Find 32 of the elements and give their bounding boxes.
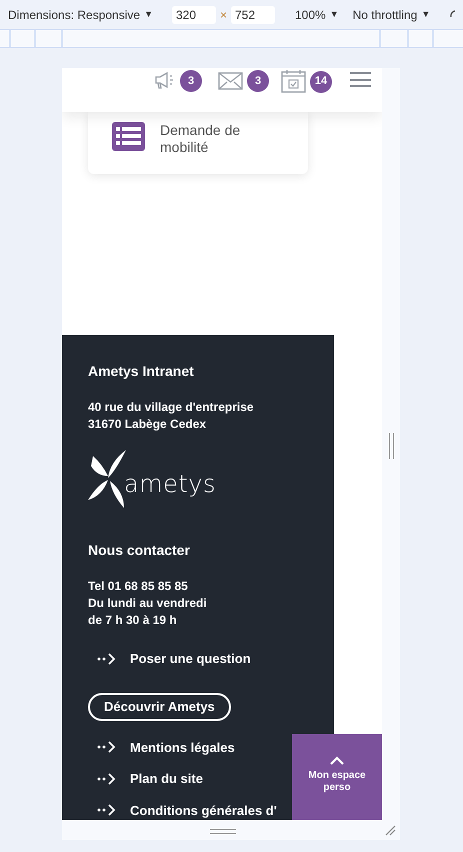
menu-button[interactable] [350, 72, 371, 87]
megaphone-icon[interactable] [154, 71, 176, 91]
footer-link[interactable]: Mentions légales [130, 738, 235, 757]
chevron-up-icon [330, 756, 344, 765]
zoom-dropdown[interactable]: 100% ▼ [295, 6, 339, 24]
contact-text: Tel 01 68 85 85 85 Du lundi au vendredi de 7 h 30 à 19 h [88, 578, 207, 629]
arrow-icon [97, 652, 116, 665]
contact-title: Nous contacter [88, 541, 190, 560]
count-badge: 14 [310, 70, 332, 92]
count-badge: 3 [247, 70, 269, 92]
times-sign: × [220, 6, 227, 24]
footer-link[interactable]: Conditions générales d' [130, 800, 277, 820]
my-space-button[interactable]: Mon espace perso [292, 734, 382, 820]
arrow-icon [97, 804, 116, 816]
count-badge: 3 [180, 70, 202, 92]
footer-link[interactable]: Poser une question [130, 649, 251, 668]
calendar-icon[interactable] [281, 70, 306, 93]
discover-button[interactable]: Découvrir Ametys [88, 692, 231, 720]
mail-icon[interactable] [218, 72, 243, 90]
arrow-icon [97, 741, 116, 754]
height-input[interactable]: 752 [231, 6, 275, 24]
ametys-logo: ametys [88, 450, 216, 508]
shortcut-card[interactable]: Demande de mobilité [88, 112, 308, 174]
width-input[interactable]: 320 [172, 6, 216, 24]
dimensions-dropdown[interactable]: Dimensions: Responsive ▼ [8, 6, 153, 24]
footer-title: Ametys Intranet [88, 362, 194, 381]
address-text: 40 rue du village d'entreprise 31670 Labège Cedex [88, 399, 254, 433]
resize-grip-icon[interactable] [385, 825, 396, 836]
footer-link[interactable]: Plan du site [130, 769, 203, 788]
throttling-dropdown[interactable]: No throttling ▼ [352, 6, 430, 24]
list-icon [112, 122, 145, 151]
arrow-icon [97, 772, 116, 785]
